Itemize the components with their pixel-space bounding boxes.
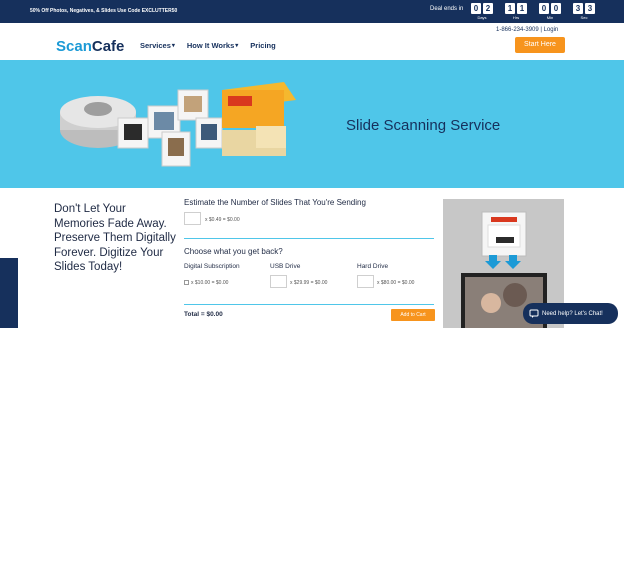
chevron-down-icon: ▾	[235, 43, 239, 49]
timer-label: Min	[546, 15, 554, 20]
hero-title: Slide Scanning Service	[346, 117, 501, 134]
logo-scan: Scan	[56, 38, 92, 55]
promo-bar: 50% Off Photos, Negatives, & Slides Use …	[0, 0, 624, 23]
timer-minutes: 0 0 Min	[535, 3, 565, 20]
timer-digit: 0	[551, 3, 561, 14]
timer-digit: 2	[483, 3, 493, 14]
chat-label: Need help? Let's Chat!	[542, 310, 603, 317]
timer-digit: 3	[573, 3, 583, 14]
digital-subscription-price: x $10.00 = $0.00	[191, 280, 229, 286]
nav-how-it-works-label: How It Works	[186, 41, 235, 50]
option-hard-drive: Hard Drive	[357, 263, 389, 270]
intro-text: Don't Let Your Memories Fade Away. Prese…	[54, 203, 176, 273]
hard-drive-quantity-input[interactable]	[357, 275, 374, 288]
phone-login[interactable]: 1-866-234-3909 | Login	[496, 27, 558, 33]
chevron-down-icon: ▾	[171, 43, 175, 49]
timer-label: Hrs	[512, 15, 520, 20]
divider	[184, 238, 434, 239]
option-digital-subscription: Digital Subscription	[184, 263, 240, 270]
digital-subscription-checkbox[interactable]	[184, 280, 189, 285]
start-here-button[interactable]: Start Here	[515, 37, 565, 53]
timer-digit: 1	[505, 3, 515, 14]
option-usb-drive: USB Drive	[270, 263, 301, 270]
slides-illustration	[60, 82, 296, 167]
slides-price: x $0.49 = $0.00	[205, 217, 240, 223]
timer-digit: 0	[539, 3, 549, 14]
order-total: Total = $0.00	[184, 311, 223, 318]
nav-pricing[interactable]: Pricing	[250, 41, 275, 50]
usb-drive-price: x $29.99 = $0.00	[290, 280, 328, 286]
hero-banner: Slide Scanning Service	[0, 60, 624, 188]
hard-drive-price: x $80.00 = $0.00	[377, 280, 415, 286]
scancafe-logo[interactable]: ScanCafe	[56, 38, 124, 55]
main-nav: Services ▾ How It Works ▾ Pricing	[140, 41, 276, 50]
timer-days: 0 2 Days	[467, 3, 497, 20]
timer-digit: 1	[517, 3, 527, 14]
logo-cafe: Cafe	[91, 38, 125, 55]
timer-label: Sec	[580, 15, 588, 20]
promo-text: 50% Off Photos, Negatives, & Slides Use …	[30, 8, 178, 14]
chat-icon	[529, 309, 539, 318]
nav-pricing-label: Pricing	[250, 41, 276, 50]
spin-to-win-label: Spin to Win!	[3, 523, 13, 576]
nav-services-label: Services	[140, 41, 171, 50]
spin-to-win-tab[interactable]: Spin to Win!	[0, 258, 18, 576]
nav-services[interactable]: Services ▾	[140, 41, 175, 50]
choose-label: Choose what you get back?	[184, 247, 283, 256]
nav-how-it-works[interactable]: How It Works ▾	[187, 41, 238, 50]
timer-seconds: 3 3 Sec	[569, 3, 599, 20]
timer-label: Days	[477, 15, 487, 20]
countdown-timer: 0 2 Days 1 1 Hrs 0 0 Min 3 3 Sec	[467, 3, 603, 20]
slides-quantity-input[interactable]	[184, 212, 201, 225]
usb-drive-quantity-input[interactable]	[270, 275, 287, 288]
estimate-label: Estimate the Number of Slides That You'r…	[184, 198, 366, 207]
chat-button[interactable]: Need help? Let's Chat!	[523, 303, 618, 324]
site-header: ScanCafe Services ▾ How It Works ▾ Prici…	[0, 23, 624, 60]
add-to-cart-button[interactable]: Add to Cart	[391, 309, 435, 321]
timer-digit: 3	[585, 3, 595, 14]
divider	[184, 304, 434, 305]
timer-digit: 0	[471, 3, 481, 14]
timer-hours: 1 1 Hrs	[501, 3, 531, 20]
deal-label: Deal ends in	[430, 6, 464, 12]
